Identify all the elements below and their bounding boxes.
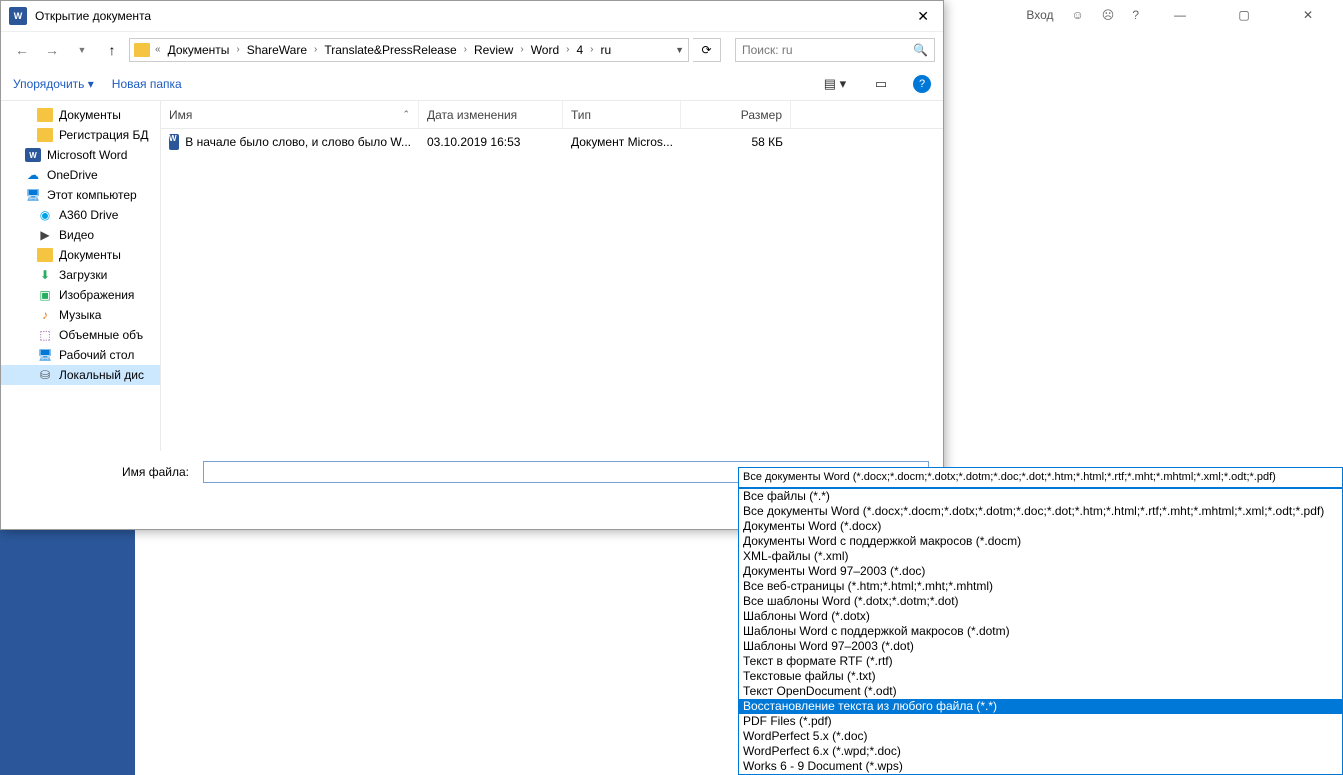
filetype-option[interactable]: Текстовые файлы (*.txt) bbox=[739, 669, 1342, 684]
filetype-option[interactable]: Документы Word (*.docx) bbox=[739, 519, 1342, 534]
tree-node[interactable]: ⬚Объемные объ bbox=[1, 325, 160, 345]
tree-node[interactable]: ♪Музыка bbox=[1, 305, 160, 325]
open-file-dialog: W Открытие документа ✕ ← → ▼ ↑ « Докумен… bbox=[0, 0, 944, 530]
filetype-option[interactable]: Текст в формате RTF (*.rtf) bbox=[739, 654, 1342, 669]
tree-node[interactable]: ⬇Загрузки bbox=[1, 265, 160, 285]
filetype-combo[interactable]: Все документы Word (*.docx;*.docm;*.dotx… bbox=[738, 467, 1343, 488]
dialog-toolbar: Упорядочить ▾ Новая папка ▤ ▾ ▭ ? bbox=[1, 67, 943, 101]
search-input[interactable]: Поиск: ru 🔍 bbox=[735, 38, 935, 62]
close-button[interactable]: ✕ bbox=[1285, 0, 1331, 30]
tree-node[interactable]: ▣Изображения bbox=[1, 285, 160, 305]
filetype-option[interactable]: XML-файлы (*.xml) bbox=[739, 549, 1342, 564]
filename-label: Имя файла: bbox=[15, 465, 195, 479]
filetype-option[interactable]: PDF Files (*.pdf) bbox=[739, 714, 1342, 729]
folder-tree[interactable]: ДокументыРегистрация БДWMicrosoft Word☁O… bbox=[1, 101, 161, 451]
tree-node[interactable]: Регистрация БД bbox=[1, 125, 160, 145]
tree-node[interactable]: ☁OneDrive bbox=[1, 165, 160, 185]
filetype-option[interactable]: Все веб-страницы (*.htm;*.html;*.mht;*.m… bbox=[739, 579, 1342, 594]
filetype-option[interactable]: Шаблоны Word с поддержкой макросов (*.do… bbox=[739, 624, 1342, 639]
dialog-titlebar: W Открытие документа ✕ bbox=[1, 1, 943, 31]
help-icon[interactable]: ? bbox=[1132, 8, 1139, 22]
filetype-option[interactable]: Документы Word 97–2003 (*.doc) bbox=[739, 564, 1342, 579]
help-button[interactable]: ? bbox=[913, 75, 931, 93]
nav-recent-dropdown[interactable]: ▼ bbox=[69, 37, 95, 63]
dialog-title: Открытие документа bbox=[35, 9, 151, 23]
tree-node[interactable]: 🖥Рабочий стол bbox=[1, 345, 160, 365]
filetype-option[interactable]: Works 6 - 9 Document (*.wps) bbox=[739, 759, 1342, 774]
face-sad-icon[interactable]: ☹ bbox=[1102, 8, 1115, 22]
organize-button[interactable]: Упорядочить ▾ bbox=[13, 77, 94, 91]
folder-icon bbox=[134, 43, 150, 57]
tree-node[interactable]: ▶Видео bbox=[1, 225, 160, 245]
search-icon: 🔍 bbox=[913, 43, 928, 57]
tree-node[interactable]: WMicrosoft Word bbox=[1, 145, 160, 165]
login-link[interactable]: Вход bbox=[1026, 8, 1053, 22]
filetype-dropdown[interactable]: Все файлы (*.*)Все документы Word (*.doc… bbox=[738, 488, 1343, 775]
word-icon: W bbox=[9, 7, 27, 25]
maximize-button[interactable]: ▢ bbox=[1221, 0, 1267, 30]
filetype-option[interactable]: Шаблоны Word 97–2003 (*.dot) bbox=[739, 639, 1342, 654]
filetype-option[interactable]: Все шаблоны Word (*.dotx;*.dotm;*.dot) bbox=[739, 594, 1342, 609]
nav-back-button[interactable]: ← bbox=[9, 37, 35, 63]
tree-node[interactable]: Документы bbox=[1, 105, 160, 125]
view-mode-button[interactable]: ▤ ▾ bbox=[821, 73, 849, 95]
filetype-option[interactable]: WordPerfect 5.x (*.doc) bbox=[739, 729, 1342, 744]
filetype-option[interactable]: Текст OpenDocument (*.odt) bbox=[739, 684, 1342, 699]
filetype-option[interactable]: Все документы Word (*.docx;*.docm;*.dotx… bbox=[739, 504, 1342, 519]
refresh-button[interactable]: ⟳ bbox=[693, 38, 721, 62]
filetype-option[interactable]: Шаблоны Word (*.dotx) bbox=[739, 609, 1342, 624]
filetype-option[interactable]: Документы Word с поддержкой макросов (*.… bbox=[739, 534, 1342, 549]
nav-up-button[interactable]: ↑ bbox=[99, 37, 125, 63]
filetype-option[interactable]: Восстановление текста из любого файла (*… bbox=[739, 699, 1342, 714]
face-neutral-icon[interactable]: ☺ bbox=[1072, 8, 1084, 22]
new-folder-button[interactable]: Новая папка bbox=[112, 77, 182, 91]
dialog-nav: ← → ▼ ↑ « Документы› ShareWare› Translat… bbox=[1, 31, 943, 67]
nav-forward-button[interactable]: → bbox=[39, 37, 65, 63]
file-list-header[interactable]: Имя⌃ Дата изменения Тип Размер bbox=[161, 101, 943, 129]
filetype-option[interactable]: WordPerfect 6.x (*.wpd;*.doc) bbox=[739, 744, 1342, 759]
file-row[interactable]: WВ начале было слово, и слово было W...0… bbox=[161, 129, 943, 155]
tree-node[interactable]: ◉A360 Drive bbox=[1, 205, 160, 225]
minimize-button[interactable]: — bbox=[1157, 0, 1203, 30]
tree-node[interactable]: ⛁Локальный дис bbox=[1, 365, 160, 385]
dialog-close-button[interactable]: ✕ bbox=[911, 8, 935, 25]
tree-node[interactable]: 🖥Этот компьютер bbox=[1, 185, 160, 205]
filetype-option[interactable]: Все файлы (*.*) bbox=[739, 489, 1342, 504]
tree-node[interactable]: Документы bbox=[1, 245, 160, 265]
path-breadcrumb[interactable]: « Документы› ShareWare› Translate&PressR… bbox=[129, 38, 689, 62]
file-list: Имя⌃ Дата изменения Тип Размер WВ начале… bbox=[161, 101, 943, 451]
preview-pane-button[interactable]: ▭ bbox=[867, 73, 895, 95]
